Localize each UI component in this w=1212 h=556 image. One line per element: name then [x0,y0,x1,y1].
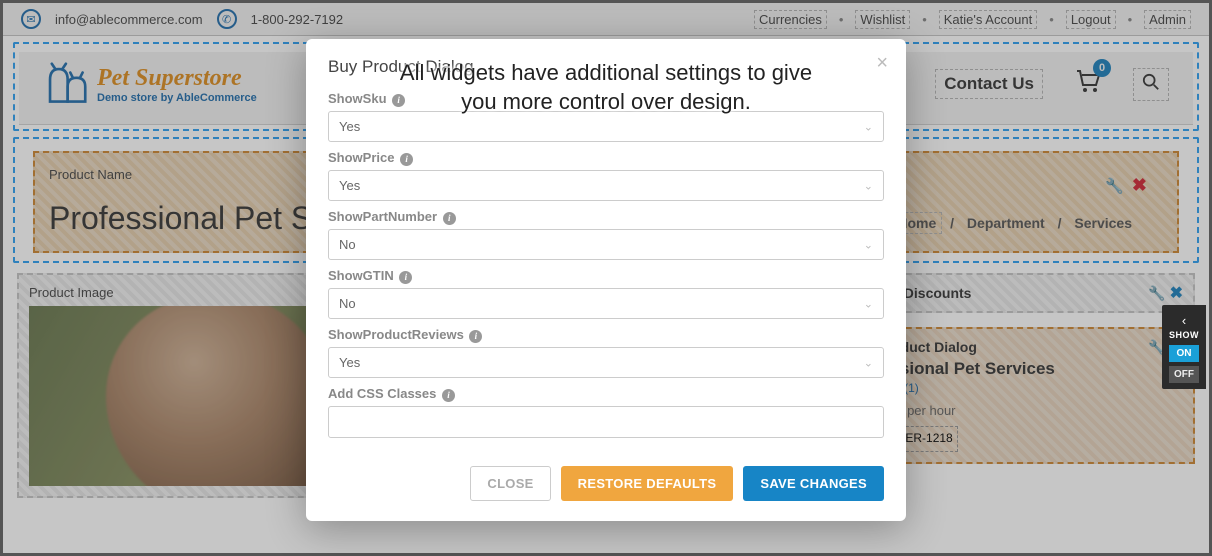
show-sku-select[interactable]: Yes ⌄ [328,111,884,142]
save-changes-button[interactable]: SAVE CHANGES [743,466,884,501]
edit-tab-show-label: SHOW [1169,330,1199,340]
add-css-label: Add CSS Classes i [328,386,884,402]
show-price-label: ShowPrice i [328,150,884,166]
chevron-down-icon: ⌄ [864,120,873,133]
edit-toggle-on[interactable]: ON [1169,345,1199,362]
show-part-number-select[interactable]: No ⌄ [328,229,884,260]
chevron-down-icon: ⌄ [864,238,873,251]
show-gtin-label: ShowGTIN i [328,268,884,284]
info-icon[interactable]: i [400,153,413,166]
chevron-left-icon: ‹ [1162,313,1206,328]
edit-mode-tab[interactable]: ‹ SHOW ON OFF [1162,305,1206,389]
show-gtin-select[interactable]: No ⌄ [328,288,884,319]
add-css-input[interactable] [328,406,884,438]
show-sku-label: ShowSku i [328,91,884,107]
modal-close-icon[interactable]: × [876,53,888,73]
modal-title: Buy Product Dialog [328,57,884,77]
chevron-down-icon: ⌄ [864,356,873,369]
chevron-down-icon: ⌄ [864,179,873,192]
show-part-number-label: ShowPartNumber i [328,209,884,225]
show-reviews-select[interactable]: Yes ⌄ [328,347,884,378]
info-icon[interactable]: i [392,94,405,107]
buy-product-dialog-modal: Buy Product Dialog × ShowSku i Yes ⌄ Sho… [306,39,906,521]
info-icon[interactable]: i [442,389,455,402]
show-price-select[interactable]: Yes ⌄ [328,170,884,201]
info-icon[interactable]: i [443,212,456,225]
chevron-down-icon: ⌄ [864,297,873,310]
close-button[interactable]: CLOSE [470,466,550,501]
restore-defaults-button[interactable]: RESTORE DEFAULTS [561,466,734,501]
info-icon[interactable]: i [399,271,412,284]
show-reviews-label: ShowProductReviews i [328,327,884,343]
edit-toggle-off[interactable]: OFF [1169,366,1199,383]
info-icon[interactable]: i [469,330,482,343]
